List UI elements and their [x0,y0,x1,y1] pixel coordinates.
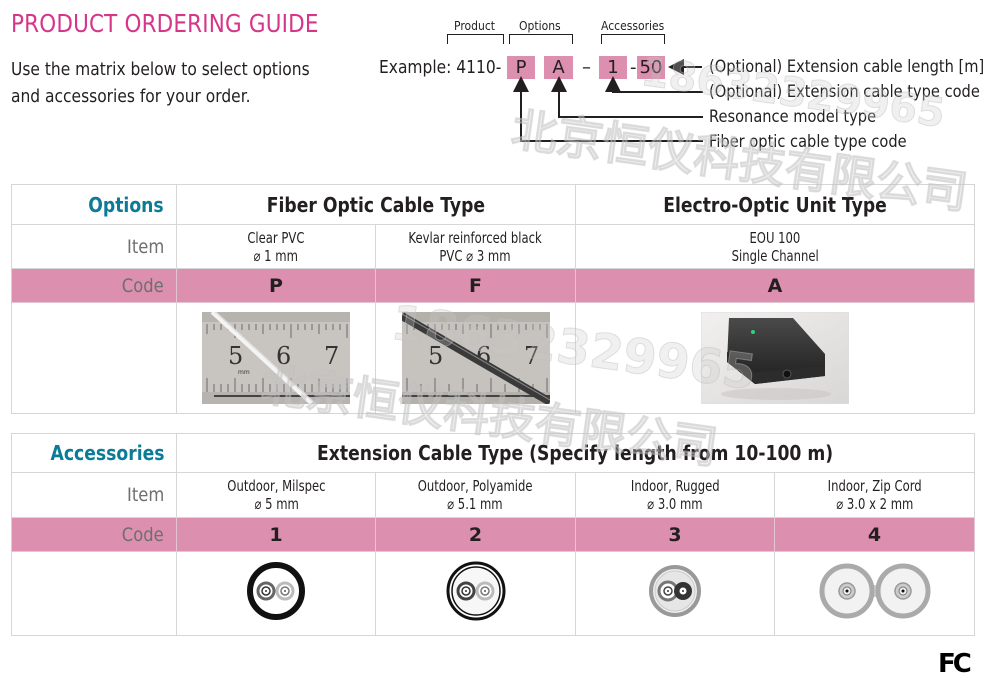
group-extension-cable-type: Extension Cable Type (Specify length fro… [175,433,976,473]
electro-optic-unit-image [700,311,850,405]
cable-cross-section-milspec-icon [247,562,305,620]
accessory-image-cell-milspec [176,551,376,636]
option-image-cell-clear: 5 6 7 mm [176,302,376,414]
ruler-number-6: 6 [276,342,291,370]
ruler-number-5: 5 [428,342,443,370]
image-row-label [11,551,177,636]
options-header-row: Options Fiber Optic Cable Type Electro-O… [11,184,975,225]
accessory-image-cell-zipcord [773,551,976,636]
cable-cross-section-polyamide-icon [446,561,505,621]
accessory-code-2: 2 [375,517,576,552]
options-code-row: Code P F A [11,268,975,303]
option-item-clear-pvc: Clear PVC ⌀ 1 mm [176,224,376,269]
accessory-item-rugged: Indoor, Rugged ⌀ 3.0 mm [575,472,775,518]
arrow-cable-type [605,76,703,93]
option-code-p: P [176,268,376,303]
item-row-label: Item [11,472,177,518]
ordering-example-diagram: Product Options Accessories Example: 411… [0,0,993,170]
black-fiber-ruler-image: 5 6 7 [399,312,552,406]
accessories-header-row: Accessories Extension Cable Type (Specif… [11,433,976,473]
accessory-code-1: 1 [176,517,376,552]
legend-model-type: Resonance model type [709,107,877,127]
options-section-label: Options [11,184,177,225]
cable-cross-section-rugged-icon [649,565,701,617]
option-image-cell-eou [575,302,975,414]
item-row-label: Item [11,224,177,269]
image-row-label [11,302,177,414]
ruler-number-5: 5 [228,342,243,370]
legend-cable-type: (Optional) Extension cable type code [709,82,980,102]
arrow-model [551,76,703,118]
fcc-logo: FC [938,649,972,679]
accessories-section-label: Accessories [11,433,177,473]
legend-cable-length: (Optional) Extension cable length [m] [709,57,985,77]
accessory-image-cell-rugged [575,551,775,636]
accessory-code-4: 4 [773,517,976,552]
group-fiber-optic-cable-type: Fiber Optic Cable Type [176,184,576,225]
ruler-number-7: 7 [524,342,539,370]
option-item-eou100: EOU 100 Single Channel [575,224,975,269]
clear-fiber-ruler-image: 5 6 7 mm [202,310,350,406]
options-item-row: Item Clear PVC ⌀ 1 mm Kevlar reinforced b… [11,224,975,269]
option-item-kevlar: Kevlar reinforced black PVC ⌀ 3 mm [375,224,576,269]
ruler-number-7: 7 [324,342,339,370]
accessory-item-milspec: Outdoor, Milspec ⌀ 5 mm [176,472,376,518]
option-image-cell-kevlar: 5 6 7 [375,302,576,414]
options-table: Options Fiber Optic Cable Type Electro-O… [11,184,975,414]
accessories-code-row: Code 1 2 3 4 [11,517,976,552]
ruler-unit: mm [238,369,250,376]
accessory-image-cell-polyamide [375,551,576,636]
accessory-code-3: 3 [575,517,775,552]
cable-cross-section-zipcord-icon [819,563,931,619]
legend-fiber-type: Fiber optic cable type code [709,132,907,152]
option-code-f: F [375,268,576,303]
accessories-item-row: Item Outdoor, Milspec ⌀ 5 mm Outdoor, Pol… [11,472,976,518]
group-electro-optic-unit-type: Electro-Optic Unit Type [575,184,975,225]
code-row-label: Code [11,268,177,303]
option-code-a: A [575,268,975,303]
accessories-table: Accessories Extension Cable Type (Specif… [11,433,976,636]
accessory-item-zipcord: Indoor, Zip Cord ⌀ 3.0 x 2 mm [773,472,976,518]
code-row-label: Code [11,517,177,552]
options-image-row: 5 6 7 mm 5 6 7 [11,302,975,414]
accessories-image-row [11,551,976,636]
accessory-item-polyamide: Outdoor, Polyamide ⌀ 5.1 mm [375,472,576,518]
